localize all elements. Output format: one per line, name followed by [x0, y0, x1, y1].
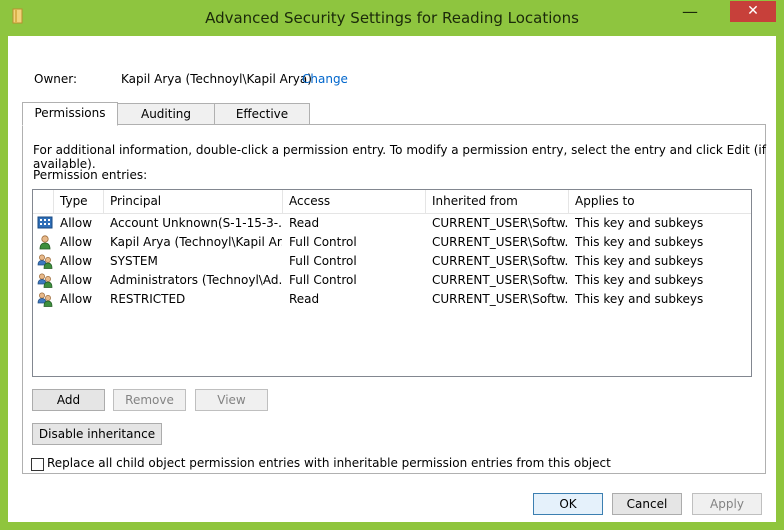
column-header-applies-to[interactable]: Applies to	[569, 190, 751, 213]
dialog-client-area: Owner: Kapil Arya (Technoyl\Kapil Arya) …	[8, 36, 776, 522]
table-row[interactable]: Allow Account Unknown(S-1-15-3-... Read …	[33, 214, 751, 233]
row-inherited-from: CURRENT_USER\Softw...	[432, 216, 568, 230]
window-title: Advanced Security Settings for Reading L…	[205, 9, 579, 27]
close-button[interactable]: ✕	[730, 1, 776, 22]
permission-entries-label: Permission entries:	[33, 168, 148, 182]
row-applies-to: This key and subkeys	[575, 292, 704, 306]
add-button[interactable]: Add	[32, 389, 105, 411]
row-type: Allow	[60, 292, 93, 306]
row-type: Allow	[60, 216, 93, 230]
replace-child-permissions-checkbox[interactable]	[31, 458, 44, 471]
remove-button[interactable]: Remove	[113, 389, 186, 411]
tab-auditing[interactable]: Auditing	[117, 103, 215, 125]
row-principal: Administrators (Technoyl\Ad...	[110, 273, 282, 287]
row-access: Full Control	[289, 254, 357, 268]
row-access: Full Control	[289, 235, 357, 249]
permission-entries-list[interactable]: Type Principal Access Inherited from App…	[32, 189, 752, 377]
column-header-inherited-from[interactable]: Inherited from	[426, 190, 569, 213]
title-bar[interactable]: Advanced Security Settings for Reading L…	[0, 0, 784, 35]
cancel-button[interactable]: Cancel	[612, 493, 682, 515]
row-inherited-from: CURRENT_USER\Softw...	[432, 292, 568, 306]
view-button[interactable]: View	[195, 389, 268, 411]
ok-button[interactable]: OK	[533, 493, 603, 515]
table-row[interactable]: Allow Kapil Arya (Technoyl\Kapil Ar... F…	[33, 233, 751, 252]
table-row[interactable]: Allow Administrators (Technoyl\Ad... Ful…	[33, 271, 751, 290]
row-applies-to: This key and subkeys	[575, 235, 704, 249]
row-type: Allow	[60, 273, 93, 287]
row-type: Allow	[60, 254, 93, 268]
users-group-icon	[37, 273, 53, 288]
minimize-button[interactable]: —	[676, 4, 704, 24]
replace-child-permissions-label: Replace all child object permission entr…	[47, 456, 611, 470]
disable-inheritance-button[interactable]: Disable inheritance	[32, 423, 162, 445]
row-access: Read	[289, 216, 320, 230]
table-row[interactable]: Allow SYSTEM Full Control CURRENT_USER\S…	[33, 252, 751, 271]
list-header: Type Principal Access Inherited from App…	[33, 190, 751, 214]
row-applies-to: This key and subkeys	[575, 273, 704, 287]
users-group-icon	[37, 254, 53, 269]
computer-account-icon	[37, 216, 53, 229]
row-applies-to: This key and subkeys	[575, 216, 704, 230]
column-header-type[interactable]: Type	[54, 190, 104, 213]
row-inherited-from: CURRENT_USER\Softw...	[432, 235, 568, 249]
owner-label: Owner:	[34, 72, 78, 86]
row-inherited-from: CURRENT_USER\Softw...	[432, 273, 568, 287]
apply-button[interactable]: Apply	[692, 493, 762, 515]
info-text: For additional information, double-click…	[33, 143, 766, 171]
row-inherited-from: CURRENT_USER\Softw...	[432, 254, 568, 268]
tab-panel-border	[22, 124, 766, 125]
row-type: Allow	[60, 235, 93, 249]
row-principal: Account Unknown(S-1-15-3-...	[110, 216, 282, 230]
row-principal: RESTRICTED	[110, 292, 186, 306]
owner-value: Kapil Arya (Technoyl\Kapil Arya)	[121, 72, 312, 86]
tab-permissions[interactable]: Permissions	[22, 102, 118, 126]
row-principal: Kapil Arya (Technoyl\Kapil Ar...	[110, 235, 282, 249]
change-owner-link[interactable]: Change	[302, 72, 348, 86]
row-access: Read	[289, 292, 320, 306]
row-principal: SYSTEM	[110, 254, 158, 268]
security-settings-window: Advanced Security Settings for Reading L…	[0, 0, 784, 530]
icon-column-header[interactable]	[33, 190, 54, 213]
tab-effective-access[interactable]: Effective Access	[214, 103, 310, 141]
row-access: Full Control	[289, 273, 357, 287]
users-group-icon	[37, 292, 53, 307]
column-header-access[interactable]: Access	[283, 190, 426, 213]
row-applies-to: This key and subkeys	[575, 254, 704, 268]
user-icon	[39, 235, 51, 250]
column-header-principal[interactable]: Principal	[104, 190, 283, 213]
table-row[interactable]: Allow RESTRICTED Read CURRENT_USER\Softw…	[33, 290, 751, 309]
